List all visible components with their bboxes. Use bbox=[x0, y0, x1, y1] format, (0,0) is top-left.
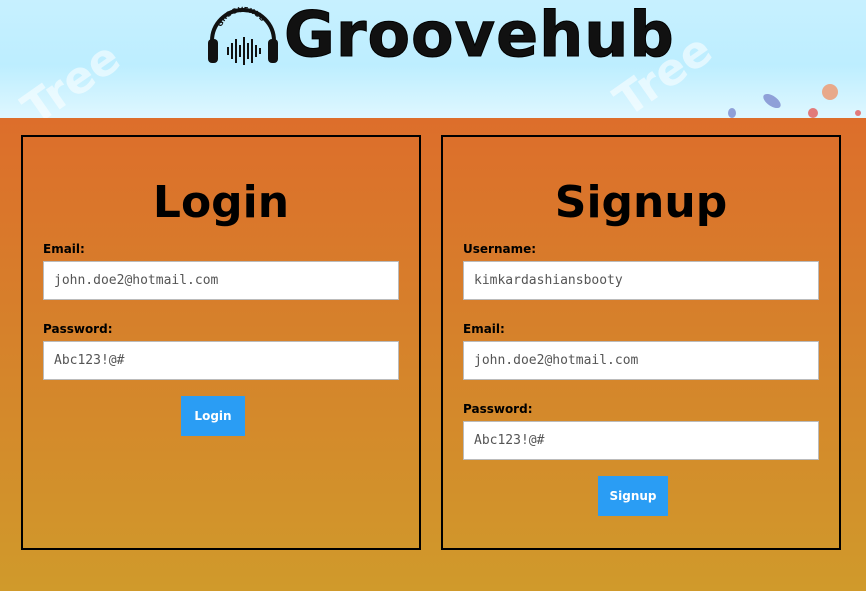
app-title: Groovehub bbox=[284, 0, 675, 71]
signup-button[interactable]: Signup bbox=[598, 476, 668, 516]
login-title: Login bbox=[152, 177, 290, 228]
login-password-field[interactable] bbox=[43, 341, 399, 380]
decorative-bubble bbox=[808, 108, 818, 118]
login-email-label: Email: bbox=[43, 242, 85, 256]
login-button[interactable]: Login bbox=[181, 396, 245, 436]
decorative-bubble bbox=[760, 91, 784, 111]
signup-email-field[interactable] bbox=[463, 341, 819, 380]
signup-username-field[interactable] bbox=[463, 261, 819, 300]
headphones-icon: GROOVEHUB bbox=[208, 6, 278, 65]
decorative-bubble bbox=[855, 110, 861, 116]
decorative-bubble bbox=[822, 84, 838, 100]
signup-password-label: Password: bbox=[463, 402, 533, 416]
app-logo[interactable]: GROOVEHUB Groovehub bbox=[206, 0, 675, 70]
main-content: Login Email: Password: Login Signup User… bbox=[0, 118, 866, 591]
login-email-field[interactable] bbox=[43, 261, 399, 300]
header: Tree Tree GROOVEHUB Groovehub bbox=[0, 0, 866, 118]
signup-panel: Signup Username: Email: Password: Signup bbox=[441, 135, 841, 550]
watermark: Tree bbox=[13, 32, 130, 118]
signup-email-label: Email: bbox=[463, 322, 505, 336]
signup-username-label: Username: bbox=[463, 242, 537, 256]
decorative-bubble bbox=[728, 108, 736, 118]
signup-title: Signup bbox=[554, 177, 728, 228]
login-password-label: Password: bbox=[43, 322, 113, 336]
signup-password-field[interactable] bbox=[463, 421, 819, 460]
login-panel: Login Email: Password: Login bbox=[21, 135, 421, 550]
svg-text:GROOVEHUB: GROOVEHUB bbox=[216, 6, 267, 28]
